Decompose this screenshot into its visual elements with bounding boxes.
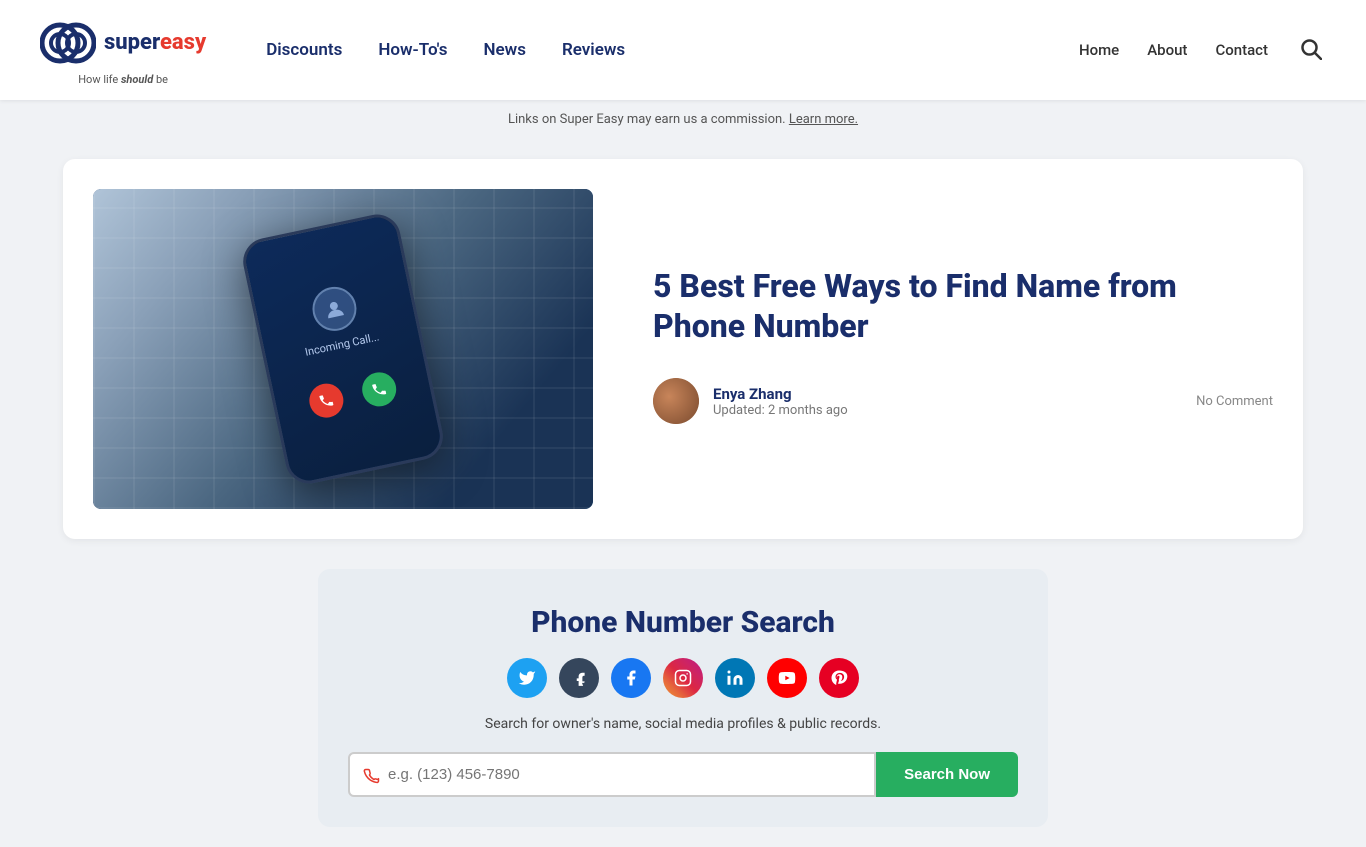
comment-count: No Comment [1196, 394, 1273, 409]
social-icon-youtube[interactable] [767, 658, 807, 698]
search-submit-button[interactable]: Search Now [876, 752, 1018, 797]
widget-title: Phone Number Search [348, 605, 1018, 640]
search-widget: Phone Number Search Sea [318, 569, 1048, 827]
nav-reviews[interactable]: Reviews [562, 40, 625, 60]
nav-howtos[interactable]: How-To's [378, 40, 447, 60]
search-icon [1300, 38, 1322, 60]
phone-input-icon [362, 766, 380, 784]
author-avatar [653, 378, 699, 424]
article-card: Incoming Call... [63, 159, 1303, 539]
nav-news[interactable]: News [483, 40, 525, 60]
social-icon-pinterest[interactable] [819, 658, 859, 698]
phone-search-input[interactable] [388, 766, 862, 783]
social-icon-facebook[interactable] [611, 658, 651, 698]
social-icon-tumblr[interactable] [559, 658, 599, 698]
affiliate-banner: Links on Super Easy may earn us a commis… [0, 100, 1366, 139]
social-icon-linkedin[interactable] [715, 658, 755, 698]
header: supereasy How life should be Discounts H… [0, 0, 1366, 100]
right-nav: Home About Contact [1079, 34, 1326, 67]
banner-text: Links on Super Easy may earn us a commis… [508, 112, 786, 127]
main-nav: Discounts How-To's News Reviews [266, 40, 1079, 60]
logo-super: super [104, 30, 160, 55]
search-input-wrap [348, 752, 876, 797]
caller-text: Incoming Call... [304, 330, 381, 358]
author-date: Updated: 2 months ago [713, 403, 848, 418]
article-image: Incoming Call... [93, 189, 593, 509]
author-row: Enya Zhang Updated: 2 months ago No Comm… [653, 378, 1273, 424]
nav-home[interactable]: Home [1079, 41, 1119, 59]
nav-about[interactable]: About [1147, 41, 1187, 59]
call-buttons [306, 369, 399, 421]
nav-discounts[interactable]: Discounts [266, 40, 342, 60]
logo-tagline: How life should be [78, 73, 168, 86]
search-button[interactable] [1296, 34, 1326, 67]
logo-link[interactable]: supereasy How life should be [40, 15, 206, 86]
social-icon-twitter[interactable] [507, 658, 547, 698]
article-title: 5 Best Free Ways to Find Name from Phone… [653, 266, 1273, 346]
caller-avatar [308, 282, 360, 334]
learn-more-link[interactable]: Learn more. [789, 112, 858, 127]
search-row: Search Now [348, 752, 1018, 797]
logo-text: supereasy [104, 32, 206, 54]
accept-button [359, 369, 399, 409]
social-icons-row [348, 658, 1018, 698]
author-meta: Enya Zhang Updated: 2 months ago [713, 385, 848, 418]
author-name: Enya Zhang [713, 385, 848, 403]
article-info: 5 Best Free Ways to Find Name from Phone… [653, 266, 1273, 432]
logo-easy: easy [160, 30, 206, 55]
widget-description: Search for owner's name, social media pr… [348, 716, 1018, 732]
social-icon-instagram[interactable] [663, 658, 703, 698]
nav-contact[interactable]: Contact [1215, 41, 1268, 59]
logo-icon: supereasy [40, 15, 206, 71]
decline-button [306, 380, 346, 420]
main-content: Incoming Call... [43, 159, 1323, 827]
